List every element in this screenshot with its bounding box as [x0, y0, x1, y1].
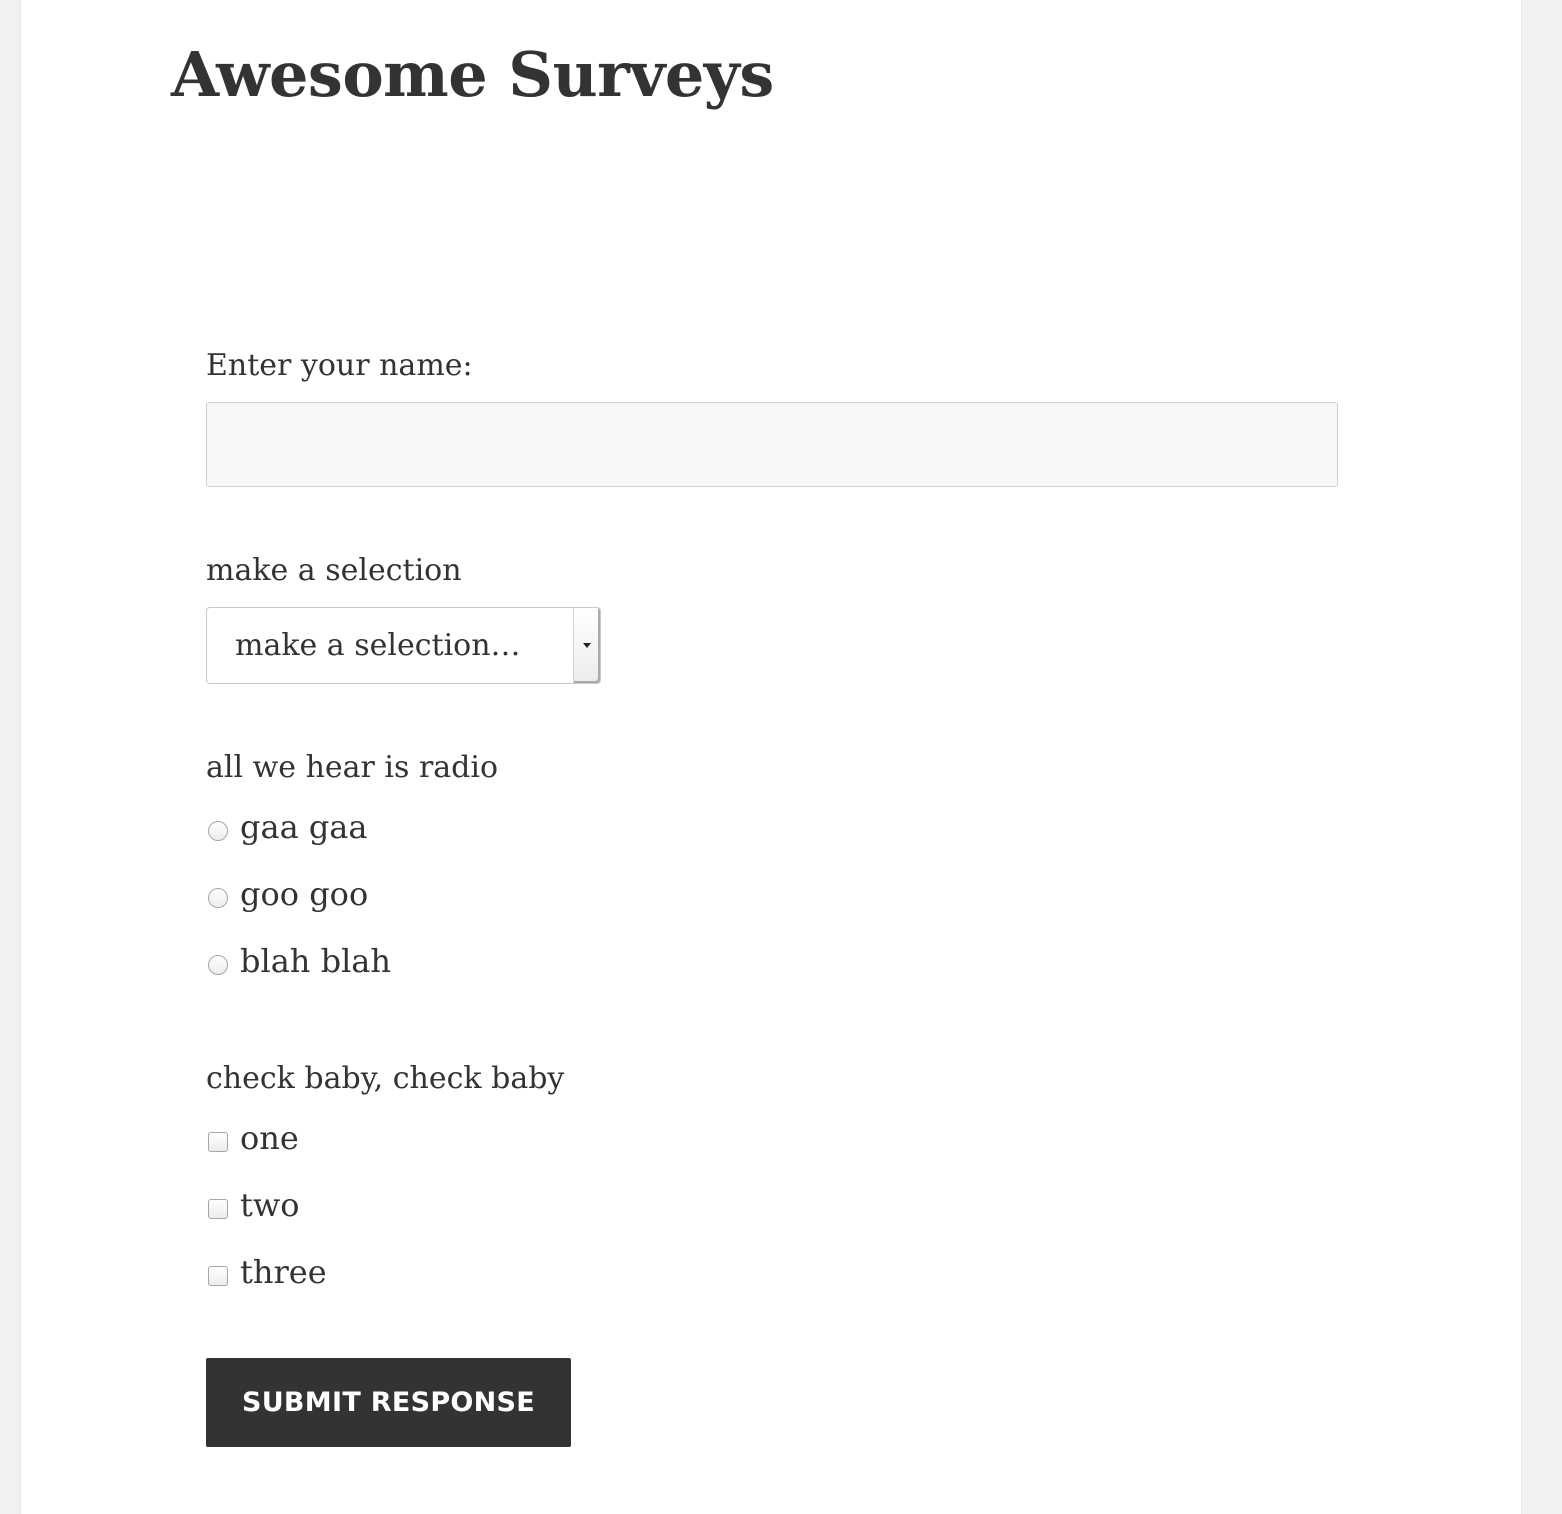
- chevron-down-icon[interactable]: [573, 608, 600, 683]
- dropdown-value: make a selection…: [235, 628, 521, 663]
- page-content: Awesome Surveys Enter your name: make a …: [20, 0, 1522, 1514]
- radio-field-group: all we hear is radio gaa gaa goo goo bla…: [206, 742, 1346, 995]
- select-field-group: make a selection make a selection…: [206, 545, 1346, 684]
- survey-form: Enter your name: make a selection make a…: [206, 340, 1346, 1447]
- name-label: Enter your name:: [206, 348, 473, 383]
- name-input[interactable]: [206, 402, 1338, 487]
- checkbox-option-label[interactable]: three: [240, 1239, 327, 1306]
- name-field-group: Enter your name:: [206, 340, 1346, 487]
- selection-dropdown[interactable]: make a selection…: [206, 607, 601, 684]
- radio-option[interactable]: goo goo: [206, 861, 1346, 928]
- checkbox-option[interactable]: three: [206, 1239, 1346, 1306]
- radio-option-label[interactable]: gaa gaa: [240, 794, 367, 861]
- radio-option-label[interactable]: goo goo: [240, 861, 368, 928]
- checkbox-option[interactable]: one: [206, 1105, 1346, 1172]
- radio-group-label: all we hear is radio: [206, 750, 499, 785]
- checkbox-option[interactable]: two: [206, 1172, 1346, 1239]
- radio-option-label[interactable]: blah blah: [240, 928, 391, 995]
- radio-button[interactable]: [208, 820, 228, 841]
- checkbox-option-label[interactable]: one: [240, 1105, 299, 1172]
- select-label: make a selection: [206, 553, 462, 588]
- checkbox[interactable]: [208, 1265, 228, 1286]
- checkbox-group-label: check baby, check baby: [206, 1061, 565, 1096]
- checkbox[interactable]: [208, 1131, 228, 1152]
- site-title[interactable]: Awesome Surveys: [171, 30, 774, 120]
- radio-option[interactable]: gaa gaa: [206, 794, 1346, 861]
- radio-button[interactable]: [208, 887, 228, 908]
- checkbox-option-label[interactable]: two: [240, 1172, 300, 1239]
- checkbox[interactable]: [208, 1198, 228, 1219]
- checkbox-field-group: check baby, check baby one two three: [206, 1053, 1346, 1306]
- submit-response-button[interactable]: SUBMIT RESPONSE: [206, 1358, 571, 1447]
- radio-button[interactable]: [208, 954, 228, 975]
- radio-option[interactable]: blah blah: [206, 928, 1346, 995]
